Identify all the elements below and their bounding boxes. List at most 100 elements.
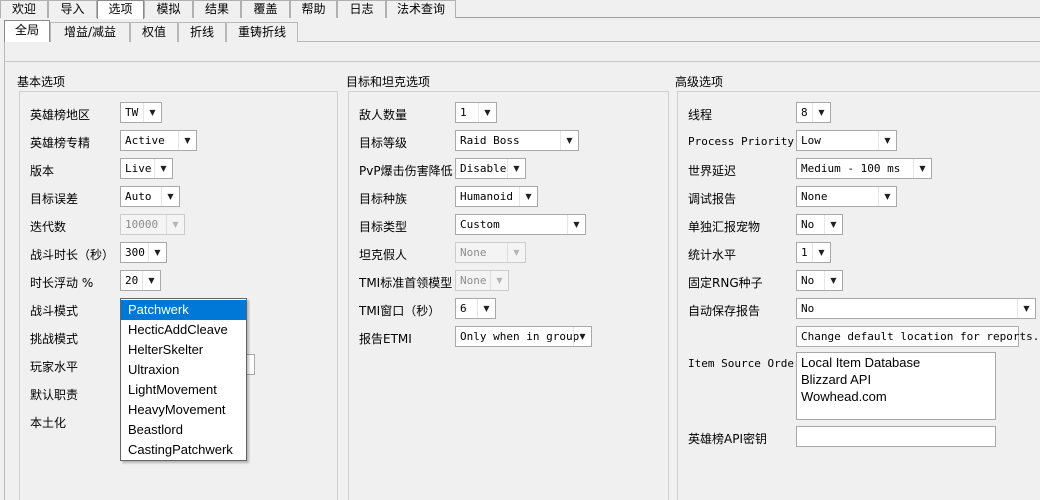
fight-style-option[interactable]: HeavyMovement: [121, 400, 246, 420]
deterministic-rng-select[interactable]: No ▼: [796, 270, 843, 291]
version-label: 版本: [30, 164, 55, 178]
deterministic-rng-label: 固定RNG种子: [688, 276, 763, 290]
process-priority-select[interactable]: Low ▼: [796, 130, 897, 151]
chevron-down-icon: ▼: [507, 243, 525, 262]
threads-select[interactable]: 8 ▼: [796, 102, 831, 123]
tmi-boss-label: TMI标准首领模型: [359, 276, 453, 290]
statistics-level-select[interactable]: 1 ▼: [796, 242, 831, 263]
report-etmi-select[interactable]: Only when in group ▼: [455, 326, 592, 347]
list-item[interactable]: Local Item Database: [801, 354, 991, 371]
menu-tab-log[interactable]: 日志: [337, 0, 386, 18]
fight-style-option[interactable]: Patchwerk: [121, 300, 246, 320]
target-race-select[interactable]: Humanoid ▼: [455, 186, 538, 207]
target-level-select[interactable]: Raid Boss ▼: [455, 130, 579, 151]
chevron-down-icon: ▼: [913, 159, 931, 178]
fight-length-label: 战斗时长（秒）: [30, 248, 115, 262]
fight-style-option[interactable]: HelterSkelter: [121, 340, 246, 360]
fight-style-option[interactable]: LightMovement: [121, 380, 246, 400]
num-enemies-select[interactable]: 1 ▼: [455, 102, 497, 123]
target-error-select[interactable]: Auto ▼: [120, 186, 180, 207]
tmi-window-select[interactable]: 6 ▼: [455, 298, 496, 319]
chevron-down-icon: ▼: [824, 215, 842, 234]
default-role-label: 默认职责: [30, 388, 79, 402]
menu-tab-overrides[interactable]: 覆盖: [241, 0, 290, 18]
armory-spec-select[interactable]: Active ▼: [120, 130, 197, 151]
world-lag-select[interactable]: Medium - 100 ms ▼: [796, 158, 932, 179]
target-type-select[interactable]: Custom ▼: [455, 214, 586, 235]
auto-save-select[interactable]: No ▼: [796, 298, 1036, 319]
player-skill-label: 玩家水平: [30, 360, 79, 374]
chevron-down-icon: ▼: [878, 187, 896, 206]
menu-tab-welcome[interactable]: 欢迎: [0, 0, 48, 18]
fight-style-option[interactable]: HecticAddCleave: [121, 320, 246, 340]
chevron-down-icon: ▼: [573, 327, 591, 346]
subtab-plots[interactable]: 折线: [178, 22, 226, 42]
chevron-down-icon: ▼: [154, 159, 172, 178]
target-options-title: 目标和坦克选项: [346, 75, 431, 89]
iterations-label: 迭代数: [30, 220, 67, 234]
menu-tab-help[interactable]: 帮助: [290, 0, 337, 18]
chevron-down-icon: ▼: [490, 271, 508, 290]
version-select[interactable]: Live ▼: [120, 158, 173, 179]
chevron-down-icon: ▼: [812, 103, 830, 122]
fight-style-option[interactable]: CastingPatchwerk: [121, 440, 246, 460]
num-enemies-label: 敌人数量: [359, 108, 408, 122]
target-type-label: 目标类型: [359, 220, 408, 234]
change-save-location-button[interactable]: Change default location for reports.: [796, 326, 1039, 347]
iterations-select: 10000 ▼: [120, 214, 185, 235]
fight-style-option[interactable]: Ultraxion: [121, 360, 246, 380]
debug-report-select[interactable]: None ▼: [796, 186, 897, 207]
report-etmi-label: 报告ETMI: [359, 332, 412, 346]
menu-tab-simulate[interactable]: 模拟: [144, 0, 193, 18]
armory-api-key-label: 英雄榜API密钥: [688, 432, 767, 446]
main-menu-bar: 欢迎 导入 选项 模拟 结果 覆盖 帮助 日志 法术查询: [0, 0, 1040, 19]
pvp-crit-label: PvP爆击伤害降低: [359, 164, 453, 178]
item-source-list[interactable]: Local Item Database Blizzard API Wowhead…: [796, 352, 996, 420]
item-source-order-label: Item Source Order: [688, 357, 801, 370]
pvp-crit-select[interactable]: Disable ▼: [455, 158, 526, 179]
armory-spec-label: 英雄榜专精: [30, 136, 91, 150]
chevron-down-icon: ▼: [560, 131, 578, 150]
report-pets-label: 单独汇报宠物: [688, 220, 761, 234]
armory-region-label: 英雄榜地区: [30, 108, 91, 122]
world-lag-label: 世界延迟: [688, 164, 737, 178]
list-item[interactable]: Wowhead.com: [801, 388, 991, 405]
fight-variance-label: 时长浮动 %: [30, 276, 94, 290]
target-level-label: 目标等级: [359, 136, 408, 150]
fight-style-option[interactable]: Beastlord: [121, 420, 246, 440]
debug-report-label: 调试报告: [688, 192, 737, 206]
menu-tab-import[interactable]: 导入: [48, 0, 97, 18]
fight-style-label: 战斗模式: [30, 304, 79, 318]
basic-options-title: 基本选项: [17, 75, 66, 89]
target-error-label: 目标误差: [30, 192, 79, 206]
fight-variance-select[interactable]: 20 ▼: [120, 270, 161, 291]
menu-tab-spell-query[interactable]: 法术查询: [386, 0, 456, 18]
subtab-scale-factors[interactable]: 权值: [130, 22, 178, 42]
chevron-down-icon: ▼: [519, 187, 537, 206]
fight-style-dropdown[interactable]: Patchwerk HecticAddCleave HelterSkelter …: [120, 298, 247, 461]
armory-api-key-input[interactable]: [796, 426, 996, 447]
chevron-down-icon: ▼: [812, 243, 830, 262]
fight-length-select[interactable]: 300 ▼: [120, 242, 167, 263]
menu-tab-results[interactable]: 结果: [193, 0, 241, 18]
chevron-down-icon: ▼: [507, 159, 525, 178]
chevron-down-icon: ▼: [142, 271, 160, 290]
statistics-level-label: 统计水平: [688, 248, 737, 262]
list-item[interactable]: Blizzard API: [801, 371, 991, 388]
tank-dummy-label: 坦克假人: [359, 248, 408, 262]
report-pets-select[interactable]: No ▼: [796, 214, 843, 235]
chevron-down-icon: ▼: [148, 243, 166, 262]
chevron-down-icon: ▼: [178, 131, 196, 150]
chevron-down-icon: ▼: [143, 103, 161, 122]
chevron-down-icon: ▼: [478, 103, 496, 122]
chevron-down-icon: ▼: [567, 215, 585, 234]
chevron-down-icon: ▼: [161, 187, 179, 206]
auto-save-label: 自动保存报告: [688, 304, 761, 318]
armory-region-select[interactable]: TW ▼: [120, 102, 162, 123]
subtab-buffs-debuffs[interactable]: 增益/减益: [50, 22, 130, 42]
target-options-group: [348, 91, 669, 500]
subtab-reforge-plots[interactable]: 重铸折线: [226, 22, 298, 42]
menu-tab-options[interactable]: 选项: [97, 0, 144, 19]
subtab-global[interactable]: 全局: [4, 20, 50, 42]
challenge-mode-label: 挑战模式: [30, 332, 79, 346]
